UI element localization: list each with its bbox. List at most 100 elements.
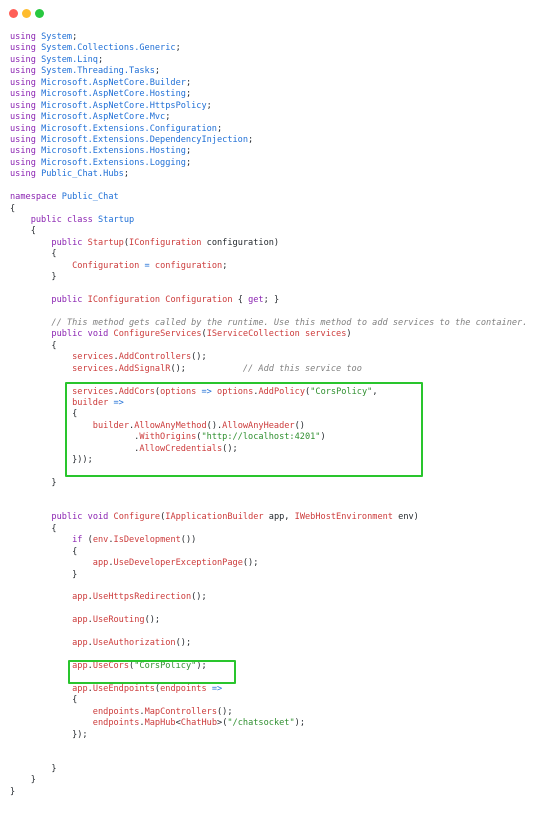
code-line: using Microsoft.AspNetCore.HttpsPolicy; [10,101,552,112]
code-line: using Microsoft.AspNetCore.Builder; [10,78,552,89]
code-token: { [10,546,78,557]
code-line: { [10,695,552,706]
code-token: UseRouting [92,615,145,626]
code-token: ; [222,260,228,271]
code-line: } [10,570,552,581]
code-token: ConfigureServices [113,329,202,340]
code-token: ; [97,54,104,65]
code-token: (); [191,592,207,603]
code-token: public [51,237,83,248]
code-token: ; [123,169,130,180]
code-token: public [51,329,83,340]
code-token: >( [217,718,228,729]
code-line: { [10,547,552,558]
code-line: using System.Linq; [10,55,552,66]
close-icon[interactable] [9,9,18,18]
code-token: ; [154,66,161,77]
code-token: ; [185,89,192,100]
code-token: => [211,683,223,694]
code-line: app.UseDeveloperExceptionPage(); [10,558,552,569]
code-token: endpoints [92,718,140,729]
code-token: } [10,478,57,489]
code-token: using [10,157,36,168]
code-token: IServiceCollection [206,329,300,340]
code-token: Configuration [72,260,140,271]
code-token: public [51,295,83,306]
code-token: { [10,523,57,534]
zoom-icon[interactable] [35,9,44,18]
code-token: IsDevelopment [113,535,181,546]
code-token: namespace [10,192,57,203]
minimize-icon[interactable] [22,9,31,18]
code-token: endpoints [160,683,207,694]
code-line: { [10,524,552,535]
code-line: using Microsoft.Extensions.Hosting; [10,146,552,157]
code-token: ; [248,134,254,145]
code-token: System.Collections.Generic [41,43,176,54]
code-line: { [10,226,552,237]
code-token: Microsoft.AspNetCore.Builder [41,77,186,88]
code-line: } [10,272,552,283]
code-line: Configuration = configuration; [10,261,552,272]
code-token: using [10,123,36,134]
code-token: endpoints [92,706,140,717]
code-token: ; [185,146,192,157]
code-token: { [232,295,249,306]
code-token: void [87,512,109,523]
code-line: app.UseHttpsRedirection(); [10,592,552,603]
code-token: using [10,89,36,100]
code-line: public Startup(IConfiguration configurat… [10,238,552,249]
code-line: using Microsoft.AspNetCore.Hosting; [10,89,552,100]
code-line: } [10,764,552,775]
code-line: app.UseRouting(); [10,615,552,626]
code-token: Microsoft.AspNetCore.HttpsPolicy [41,100,207,111]
code-token: configuration) [201,237,280,248]
code-token: services [305,329,347,340]
code-line: endpoints.MapHub<ChatHub>("/chatsocket")… [10,718,552,729]
code-token: Configuration [165,295,233,306]
code-line: } [10,478,552,489]
code-token: System [41,32,73,42]
code-token: Microsoft.AspNetCore.Hosting [41,89,186,100]
code-token: }); [10,729,88,740]
code-token: services [72,363,114,374]
code-line: app.UseEndpoints(endpoints => [10,684,552,695]
code-line: namespace Public_Chat [10,192,552,203]
code-token: System.Linq [41,54,98,65]
code-token: using [10,100,36,111]
code-token: Startup [87,237,124,248]
code-token: app, [263,512,295,523]
code-token: using [10,112,36,123]
code-token: ; [185,77,192,88]
code-token: UseDeveloperExceptionPage [113,558,243,569]
code-token: ); [294,718,305,729]
code-token: app [72,683,88,694]
code-token: class [66,215,93,225]
code-line: using System.Threading.Tasks; [10,66,552,77]
code-token: ; [72,32,78,42]
code-token: void [87,329,109,340]
code-line: using System.Collections.Generic; [10,43,552,54]
code-token: get [248,295,264,306]
code-token: System.Threading.Tasks [41,66,155,77]
code-line: using Public_Chat.Hubs; [10,169,552,180]
code-token: using [10,66,36,77]
code-token: (); [217,706,233,717]
code-token: MapHub [144,718,176,729]
code-token: using [10,32,36,42]
code-token: } [10,764,57,774]
code-token: // This method gets called by the runtim… [10,317,528,328]
code-token: Configure [113,512,161,523]
code-token: Microsoft.Extensions.DependencyInjection [41,134,249,145]
